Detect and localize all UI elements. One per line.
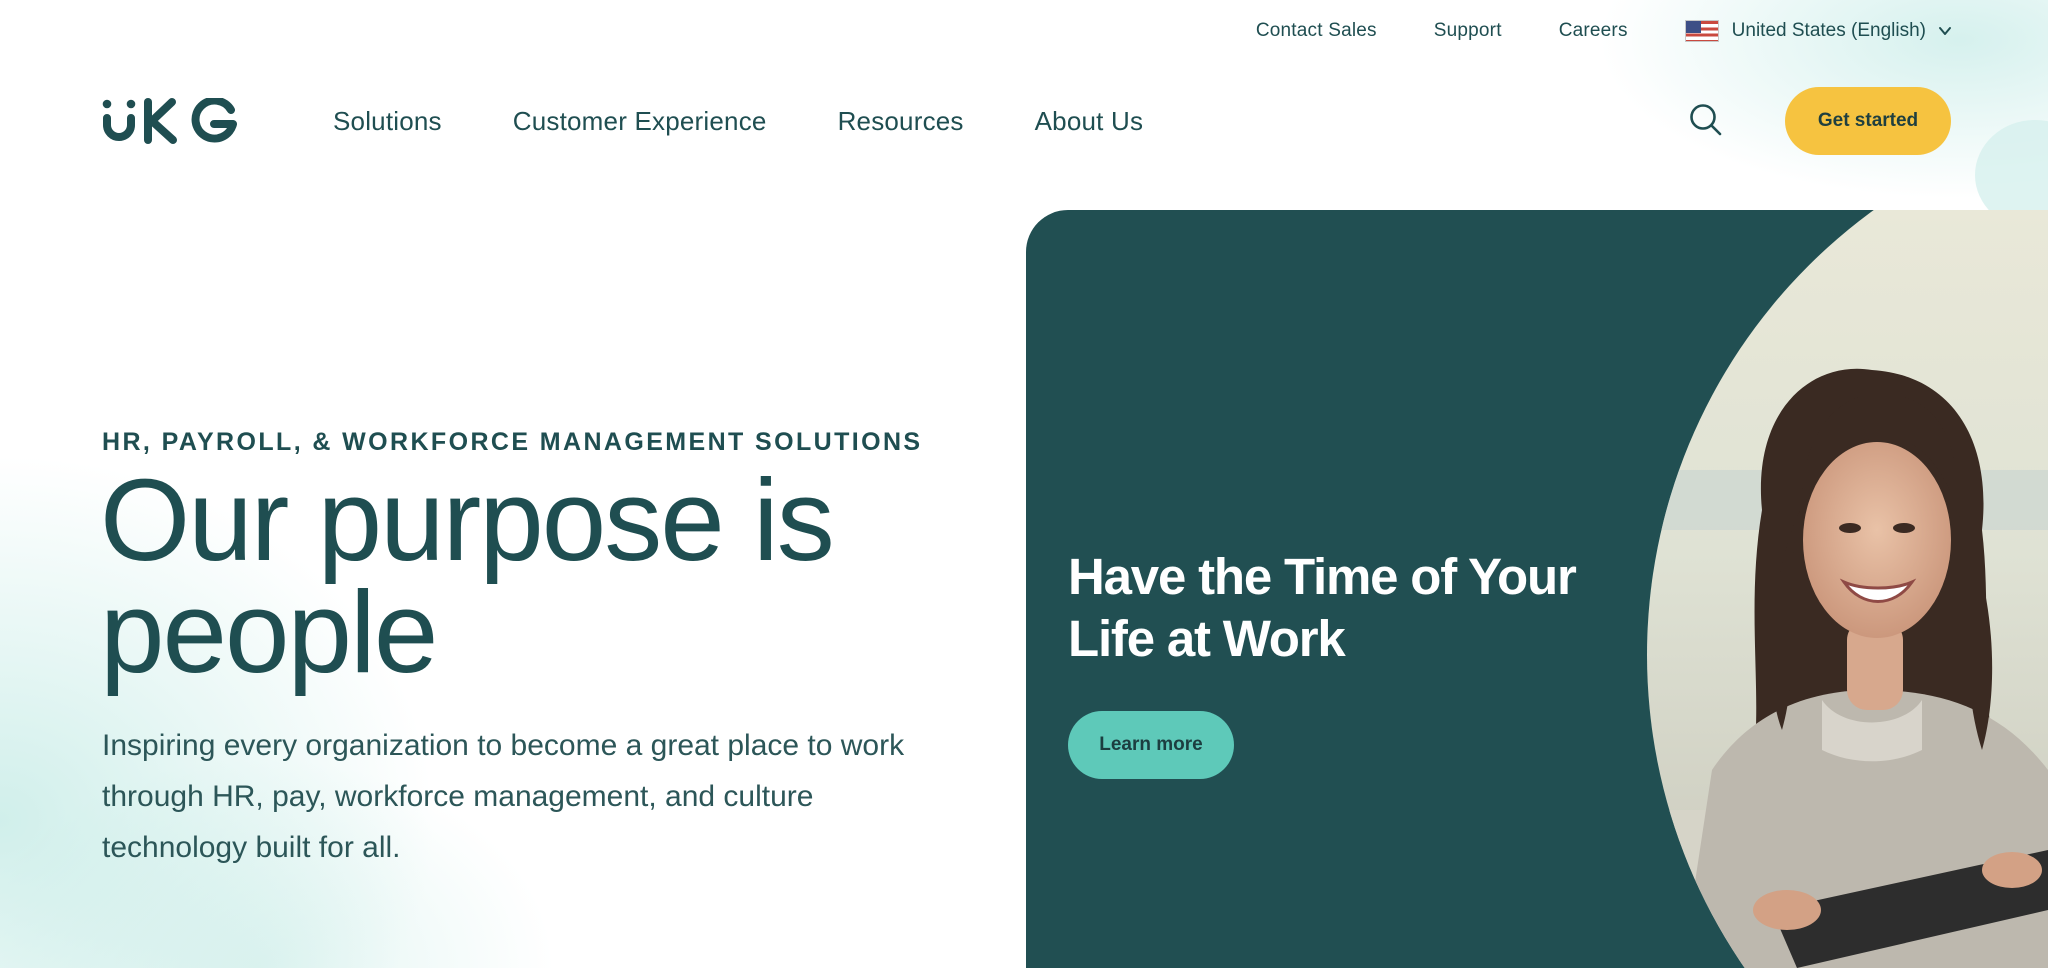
contact-sales-link[interactable]: Contact Sales	[1256, 20, 1377, 42]
utility-bar: Contact Sales Support Careers United Sta…	[0, 0, 2048, 62]
us-flag-icon	[1684, 20, 1719, 42]
learn-more-button[interactable]: Learn more	[1068, 711, 1234, 779]
ukg-logo[interactable]	[102, 98, 238, 144]
locale-selector[interactable]: United States (English)	[1684, 20, 1952, 42]
nav-about-us[interactable]: About Us	[1035, 106, 1144, 137]
support-link[interactable]: Support	[1434, 20, 1502, 42]
promo-card: Have the Time of Your Life at Work Learn…	[1026, 210, 2048, 968]
main-nav: Solutions Customer Experience Resources …	[0, 86, 2048, 156]
promo-photo	[1647, 210, 2048, 968]
careers-link[interactable]: Careers	[1559, 20, 1628, 42]
nav-resources[interactable]: Resources	[838, 106, 964, 137]
hero-eyebrow: HR, PAYROLL, & WORKFORCE MANAGEMENT SOLU…	[102, 428, 923, 456]
nav-customer-experience[interactable]: Customer Experience	[513, 106, 767, 137]
get-started-button[interactable]: Get started	[1785, 87, 1951, 155]
promo-title: Have the Time of Your Life at Work	[1068, 548, 1577, 667]
nav-solutions[interactable]: Solutions	[333, 106, 442, 137]
primary-nav: Solutions Customer Experience Resources …	[333, 86, 1214, 156]
hero-title: Our purpose is people	[100, 455, 835, 697]
locale-label: United States (English)	[1731, 20, 1926, 41]
hero-description: Inspiring every organization to become a…	[102, 729, 905, 864]
search-icon[interactable]	[1688, 102, 1724, 138]
chevron-down-icon	[1939, 27, 1951, 35]
